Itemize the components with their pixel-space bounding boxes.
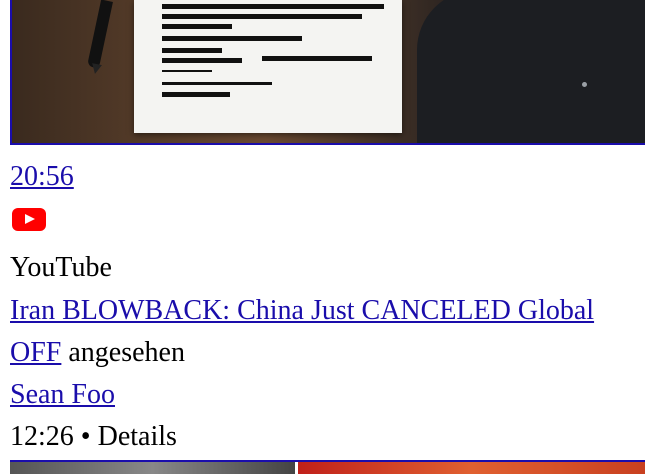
video-meta: 12:26 • Details — [10, 420, 177, 454]
pen-graphic — [87, 0, 113, 69]
pen-tip-graphic — [90, 63, 102, 75]
video-duration: 12:26 — [10, 421, 74, 452]
person-graphic — [417, 0, 645, 143]
video-source: YouTube — [10, 252, 112, 283]
play-icon — [25, 214, 35, 224]
channel-link[interactable]: Sean Foo — [10, 378, 115, 412]
video-thumbnail-2[interactable] — [10, 460, 645, 474]
thumbnail-right-graphic — [298, 462, 645, 474]
video-duration-link-1[interactable]: 20:56 — [10, 160, 74, 194]
shirt-button-graphic — [582, 82, 587, 87]
thumbnail-left-graphic — [10, 462, 295, 474]
separator: • — [73, 421, 98, 452]
video-title-link-tail[interactable]: OFF — [10, 337, 61, 368]
document-graphic — [134, 0, 402, 133]
youtube-icon — [12, 208, 46, 231]
watched-label: angesehen — [61, 337, 185, 368]
details-link[interactable]: Details — [98, 421, 177, 452]
video-title-continuation: OFF angesehen — [10, 336, 185, 370]
video-title-link[interactable]: Iran BLOWBACK: China Just CANCELED Globa… — [10, 294, 594, 328]
video-thumbnail-1[interactable] — [10, 0, 645, 145]
